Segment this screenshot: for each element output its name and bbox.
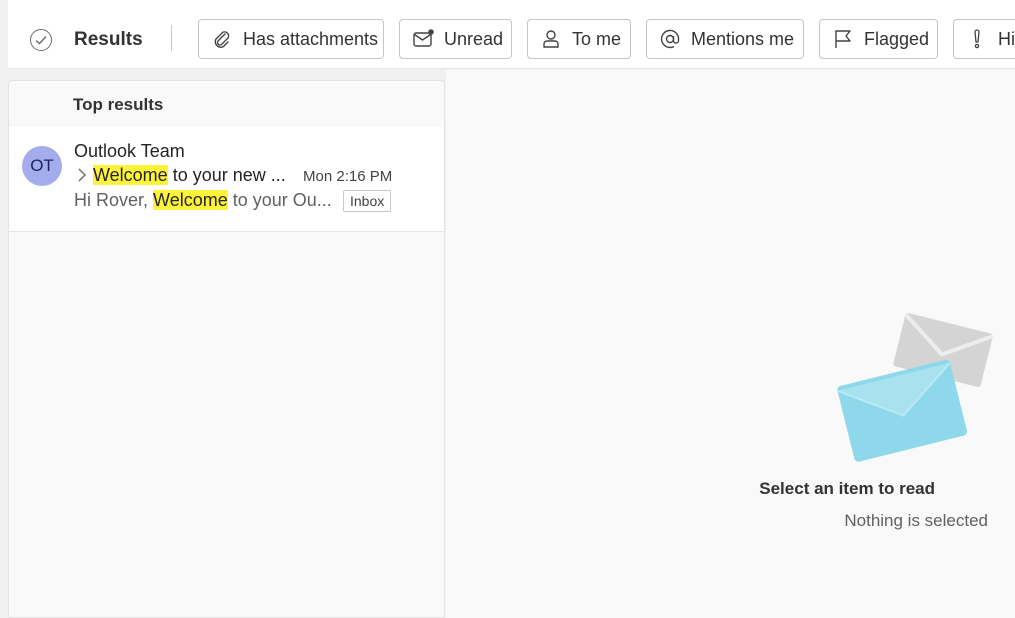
- folder-badge[interactable]: Inbox: [343, 190, 392, 212]
- list-section-header: Top results: [73, 95, 164, 114]
- filter-label: Hi: [998, 28, 1015, 49]
- importance-icon: [966, 28, 988, 50]
- checkmark-icon: [35, 36, 47, 45]
- person-icon: [540, 28, 562, 50]
- filter-has-attachments[interactable]: Has attachments: [198, 19, 384, 59]
- filter-flagged[interactable]: Flagged: [819, 19, 938, 59]
- unread-mail-icon: [412, 28, 434, 50]
- filter-to-me[interactable]: To me: [527, 19, 631, 59]
- subject-text: to your new ...: [167, 165, 286, 185]
- list-item[interactable]: OT Outlook Team Welcome to your new ... …: [9, 127, 444, 232]
- filter-label: Has attachments: [243, 28, 379, 49]
- sender-name: Outlook Team: [74, 141, 185, 161]
- preview-text: to your Ou...: [227, 190, 332, 210]
- divider: [171, 25, 172, 51]
- select-all-checkbox[interactable]: [30, 29, 52, 51]
- filter-label: Flagged: [864, 28, 930, 49]
- search-highlight: Welcome: [153, 190, 228, 210]
- filter-unread[interactable]: Unread: [399, 19, 512, 59]
- flag-icon: [832, 28, 854, 50]
- paperclip-icon: [211, 28, 233, 50]
- filter-label: To me: [572, 28, 622, 49]
- at-sign-icon: [659, 28, 681, 50]
- filter-mentions-me[interactable]: Mentions me: [646, 19, 804, 59]
- search-highlight: Welcome: [93, 165, 168, 185]
- chevron-right-icon[interactable]: [77, 168, 87, 182]
- filter-label: Unread: [444, 28, 504, 49]
- filter-high-importance[interactable]: Hi: [953, 19, 1015, 59]
- avatar: OT: [22, 146, 62, 186]
- envelopes-illustration: [837, 313, 994, 462]
- filter-label: Mentions me: [691, 28, 795, 49]
- preview-line: Hi Rover, Welcome to your Ou...: [74, 190, 332, 211]
- results-title: Results: [74, 29, 143, 50]
- empty-state-subtitle: Nothing is selected: [844, 511, 988, 530]
- message-list: Top results OT Outlook Team Welcome to y…: [8, 80, 445, 618]
- preview-prefix: Hi Rover,: [74, 190, 154, 210]
- subject-line: Welcome to your new ...: [93, 165, 286, 186]
- filter-bar: Results Has attachments Unread To me Men…: [8, 0, 1015, 69]
- received-time: Mon 2:16 PM: [303, 168, 393, 185]
- empty-state-title: Select an item to read: [759, 479, 935, 498]
- reading-pane: [446, 70, 1015, 618]
